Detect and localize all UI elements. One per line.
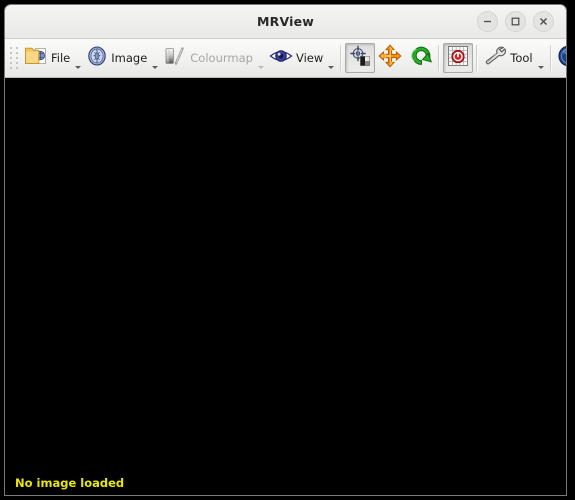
title-bar: MRView: [5, 5, 566, 39]
close-button[interactable]: [533, 11, 554, 32]
toolbar-label-image: Image: [111, 51, 148, 65]
folder-brain-icon: [24, 45, 48, 71]
toolbar-menu-arrow-image[interactable]: [149, 43, 161, 73]
toolbar-menu-arrow-colourmap[interactable]: [255, 43, 267, 73]
toolbar-separator-2: [438, 45, 441, 71]
toolbar-separator-3: [476, 45, 479, 71]
toolbar-button-rotate[interactable]: [405, 43, 435, 73]
close-icon: [534, 16, 553, 27]
status-text: No image loaded: [15, 476, 125, 490]
toolbar-button-colourmap[interactable]: Colourmap: [161, 43, 255, 73]
toolbar-separator-4: [549, 45, 552, 71]
toolbar-drag-handle[interactable]: [9, 45, 20, 71]
toolbar-button-tool[interactable]: Tool: [481, 43, 534, 73]
lock-grid-icon: [446, 44, 470, 72]
toolbar-menu-arrow-view[interactable]: [325, 43, 337, 73]
image-canvas[interactable]: No image loaded: [5, 78, 566, 495]
brain-scan-icon: [86, 45, 108, 71]
toolbar-button-info[interactable]: [555, 43, 566, 73]
move-arrows-icon: [378, 44, 402, 72]
toolbar-button-view[interactable]: View: [267, 43, 325, 73]
maximize-button[interactable]: [505, 11, 526, 32]
toolbar-button-contrast[interactable]: [345, 43, 376, 73]
mrview-window: MRView File Image Colourmap View Tool No…: [4, 4, 567, 496]
toolbar-label-view: View: [295, 51, 324, 65]
main-toolbar: File Image Colourmap View Tool: [5, 39, 566, 78]
toolbar-button-lock[interactable]: [443, 43, 474, 73]
maximize-icon: [506, 16, 525, 27]
toolbar-button-image[interactable]: Image: [84, 43, 149, 73]
toolbar-menu-arrow-tool[interactable]: [535, 43, 547, 73]
crosshair-contrast-icon: [348, 44, 372, 72]
wrench-icon: [483, 45, 507, 71]
minimize-button[interactable]: [477, 11, 498, 32]
toolbar-label-file: File: [51, 51, 71, 65]
toolbar-label-colourmap: Colourmap: [190, 51, 253, 65]
toolbar-menu-arrow-file[interactable]: [72, 43, 84, 73]
toolbar-button-move[interactable]: [375, 43, 405, 73]
minimize-icon: [478, 16, 497, 27]
toolbar-button-file[interactable]: File: [22, 43, 72, 73]
toolbar-separator-1: [340, 45, 343, 71]
eye-icon: [269, 46, 293, 70]
colourmap-icon: [163, 45, 187, 71]
info-icon: [557, 44, 566, 72]
toolbar-label-tool: Tool: [510, 51, 533, 65]
rotate-arrow-icon: [408, 44, 433, 72]
